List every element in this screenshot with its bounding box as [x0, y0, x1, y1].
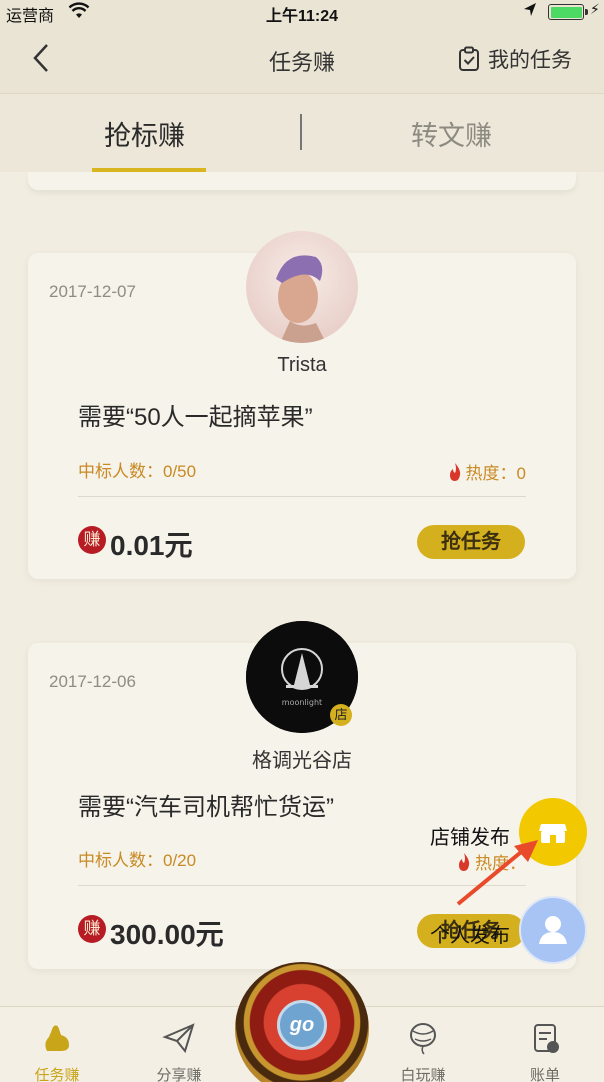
battery-icon [548, 4, 588, 20]
tab-divider [300, 114, 302, 150]
person-icon [539, 916, 567, 944]
winner-count: 中标人数：0/20 [78, 851, 197, 870]
balloon-icon [410, 1023, 436, 1055]
status-bar: 运营商 上午11:24 ⚡ [0, 0, 604, 25]
tabbar-item-bill[interactable]: 账单 [500, 1007, 590, 1082]
personal-publish-label: 个人发布 [430, 925, 510, 947]
tabbar-label: 白玩赚 [400, 1067, 446, 1082]
task-title: 需要“汽车司机帮忙货运” [78, 794, 334, 821]
tab-bar-top: 抢标赚 转文赚 [0, 94, 604, 172]
tabbar-label: 账单 [529, 1067, 560, 1082]
go-wheel-icon: go [277, 1000, 327, 1050]
reward-price: 300.00元 [110, 919, 224, 950]
earn-badge: 赚 [78, 526, 106, 554]
tabbar-label: 分享赚 [156, 1067, 202, 1082]
task-date: 2017-12-06 [49, 672, 136, 691]
card-divider [78, 496, 526, 497]
task-card[interactable]: 2017-12-07 Trista 需要“50人一起摘苹果” 中标人数：0/50… [28, 231, 576, 579]
flame-icon [449, 462, 460, 481]
winner-count: 中标人数：0/50 [78, 462, 197, 481]
heat-label: 热度：0 [465, 464, 526, 483]
tabbar-item-share-earn[interactable]: 分享赚 [134, 1007, 224, 1082]
my-tasks-label: 我的任务 [488, 49, 572, 72]
bill-icon [534, 1024, 559, 1053]
clock: 上午11:24 [265, 8, 339, 25]
tabbar-label: 任务赚 [34, 1067, 80, 1082]
location-arrow-icon [524, 3, 536, 16]
publisher-name: Trista [277, 354, 327, 376]
earn-badge: 赚 [78, 915, 106, 943]
tab-bid-earn[interactable]: 抢标赚 [104, 114, 185, 153]
portrait-image [246, 231, 358, 343]
paper-plane-icon [162, 1023, 195, 1054]
task-title: 需要“50人一起摘苹果” [78, 404, 313, 431]
navigation-bar: 任务赚 我的任务 [0, 24, 604, 94]
tab-repost-earn[interactable]: 转文赚 [411, 114, 492, 153]
previous-card-edge [28, 172, 576, 190]
go-wheel-button[interactable]: go [235, 962, 369, 1082]
charging-bolt-icon: ⚡ [590, 1, 600, 17]
task-date: 2017-12-07 [49, 282, 136, 301]
personal-publish-button[interactable] [519, 896, 587, 964]
tabbar-item-task-earn[interactable]: 任务赚 [12, 1007, 102, 1082]
reward-price: 0.01元 [110, 530, 193, 561]
my-tasks-button[interactable]: 我的任务 [458, 44, 572, 74]
store-logo-text: moonlight [282, 698, 322, 707]
heat-indicator: 热度：0 [447, 459, 526, 484]
clipboard-check-icon [459, 46, 479, 71]
grab-task-button[interactable]: 抢任务 [417, 525, 525, 559]
store-badge: 店 [330, 704, 352, 726]
publisher-name: 格调光谷店 [252, 750, 352, 772]
tabbar-item-play-earn[interactable]: 白玩赚 [378, 1007, 468, 1082]
task-earn-icon [45, 1025, 69, 1051]
avatar [246, 231, 358, 343]
